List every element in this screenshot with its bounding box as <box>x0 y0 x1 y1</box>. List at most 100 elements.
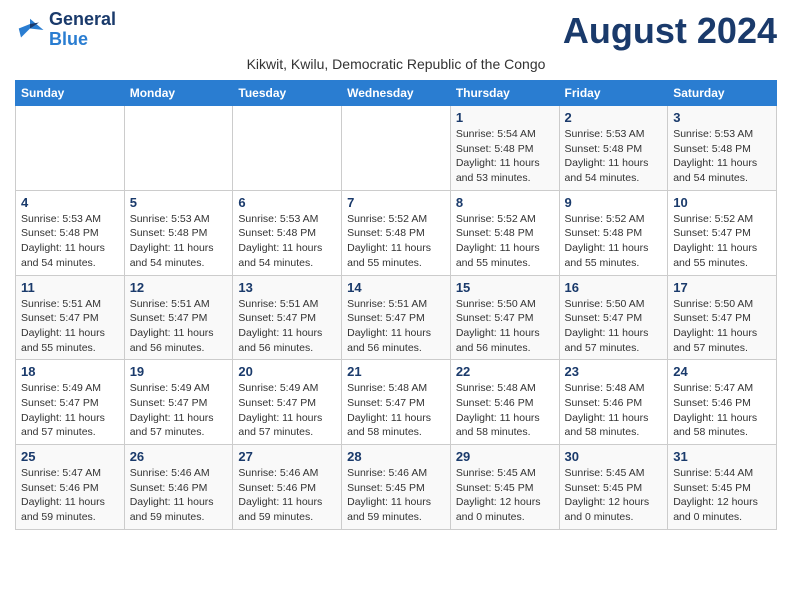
title-block: August 2024 <box>563 10 777 52</box>
calendar-cell-w1d2: 6 Sunrise: 5:53 AMSunset: 5:48 PMDaylight… <box>233 190 342 275</box>
day-number: 7 <box>347 195 445 210</box>
calendar-cell-w2d6: 17Sunrise: 5:50 AMSunset: 5:47 PMDayligh… <box>668 275 777 360</box>
day-number: 21 <box>347 364 445 379</box>
calendar-week-3: 18 Sunrise: 5:49 AMSunset: 5:47 PMDayligh… <box>16 360 777 445</box>
calendar-cell-w4d1: 26 Sunrise: 5:46 AMSunset: 5:46 PMDayligh… <box>124 445 233 530</box>
day-number: 28 <box>347 449 445 464</box>
header-wednesday: Wednesday <box>342 81 451 106</box>
calendar-week-0: 1 Sunrise: 5:54 AMSunset: 5:48 PMDaylight… <box>16 106 777 191</box>
day-info: Sunrise: 5:51 AMSunset: 5:47 PMDaylight:… <box>238 297 336 356</box>
calendar-cell-w3d6: 24Sunrise: 5:47 AMSunset: 5:46 PMDayligh… <box>668 360 777 445</box>
day-number: 8 <box>456 195 554 210</box>
day-info: Sunrise: 5:49 AMSunset: 5:47 PMDaylight:… <box>130 381 228 440</box>
calendar-cell-w0d1 <box>124 106 233 191</box>
day-info: Sunrise: 5:49 AMSunset: 5:47 PMDaylight:… <box>21 381 119 440</box>
calendar-cell-w4d0: 25 Sunrise: 5:47 AMSunset: 5:46 PMDayligh… <box>16 445 125 530</box>
calendar-cell-w0d0 <box>16 106 125 191</box>
calendar-cell-w1d1: 5 Sunrise: 5:53 AMSunset: 5:48 PMDaylight… <box>124 190 233 275</box>
calendar-cell-w1d4: 8Sunrise: 5:52 AMSunset: 5:48 PMDaylight… <box>450 190 559 275</box>
day-number: 13 <box>238 280 336 295</box>
day-number: 1 <box>456 110 554 125</box>
day-info: Sunrise: 5:53 AMSunset: 5:48 PMDaylight:… <box>673 127 771 186</box>
day-number: 30 <box>565 449 663 464</box>
calendar-cell-w2d3: 14Sunrise: 5:51 AMSunset: 5:47 PMDayligh… <box>342 275 451 360</box>
calendar-cell-w3d4: 22 Sunrise: 5:48 AMSunset: 5:46 PMDayligh… <box>450 360 559 445</box>
calendar-cell-w2d5: 16 Sunrise: 5:50 AMSunset: 5:47 PMDayligh… <box>559 275 668 360</box>
day-number: 18 <box>21 364 119 379</box>
day-number: 27 <box>238 449 336 464</box>
header-friday: Friday <box>559 81 668 106</box>
day-number: 26 <box>130 449 228 464</box>
day-info: Sunrise: 5:53 AMSunset: 5:48 PMDaylight:… <box>238 212 336 271</box>
calendar-cell-w0d2 <box>233 106 342 191</box>
day-info: Sunrise: 5:48 AMSunset: 5:46 PMDaylight:… <box>565 381 663 440</box>
calendar-cell-w3d5: 23Sunrise: 5:48 AMSunset: 5:46 PMDayligh… <box>559 360 668 445</box>
day-info: Sunrise: 5:46 AMSunset: 5:46 PMDaylight:… <box>130 466 228 525</box>
header-thursday: Thursday <box>450 81 559 106</box>
day-number: 25 <box>21 449 119 464</box>
day-info: Sunrise: 5:54 AMSunset: 5:48 PMDaylight:… <box>456 127 554 186</box>
calendar-table: Sunday Monday Tuesday Wednesday Thursday… <box>15 80 777 530</box>
header-row: Sunday Monday Tuesday Wednesday Thursday… <box>16 81 777 106</box>
logo-line1: General <box>49 10 116 30</box>
day-number: 16 <box>565 280 663 295</box>
day-info: Sunrise: 5:50 AMSunset: 5:47 PMDaylight:… <box>456 297 554 356</box>
day-number: 9 <box>565 195 663 210</box>
calendar-cell-w4d2: 27 Sunrise: 5:46 AMSunset: 5:46 PMDayligh… <box>233 445 342 530</box>
header-tuesday: Tuesday <box>233 81 342 106</box>
calendar-cell-w1d6: 10 Sunrise: 5:52 AMSunset: 5:47 PMDayligh… <box>668 190 777 275</box>
day-info: Sunrise: 5:47 AMSunset: 5:46 PMDaylight:… <box>21 466 119 525</box>
day-number: 12 <box>130 280 228 295</box>
day-info: Sunrise: 5:50 AMSunset: 5:47 PMDaylight:… <box>565 297 663 356</box>
day-number: 6 <box>238 195 336 210</box>
header-sunday: Sunday <box>16 81 125 106</box>
day-info: Sunrise: 5:51 AMSunset: 5:47 PMDaylight:… <box>130 297 228 356</box>
day-info: Sunrise: 5:51 AMSunset: 5:47 PMDaylight:… <box>21 297 119 356</box>
day-info: Sunrise: 5:46 AMSunset: 5:45 PMDaylight:… <box>347 466 445 525</box>
calendar-week-4: 25 Sunrise: 5:47 AMSunset: 5:46 PMDayligh… <box>16 445 777 530</box>
header-monday: Monday <box>124 81 233 106</box>
day-info: Sunrise: 5:48 AMSunset: 5:47 PMDaylight:… <box>347 381 445 440</box>
calendar-cell-w0d6: 3 Sunrise: 5:53 AMSunset: 5:48 PMDaylight… <box>668 106 777 191</box>
calendar-cell-w1d3: 7 Sunrise: 5:52 AMSunset: 5:48 PMDaylight… <box>342 190 451 275</box>
calendar-cell-w3d0: 18 Sunrise: 5:49 AMSunset: 5:47 PMDayligh… <box>16 360 125 445</box>
day-info: Sunrise: 5:46 AMSunset: 5:46 PMDaylight:… <box>238 466 336 525</box>
day-info: Sunrise: 5:53 AMSunset: 5:48 PMDaylight:… <box>130 212 228 271</box>
day-info: Sunrise: 5:51 AMSunset: 5:47 PMDaylight:… <box>347 297 445 356</box>
subtitle: Kikwit, Kwilu, Democratic Republic of th… <box>15 56 777 72</box>
main-title: August 2024 <box>563 10 777 52</box>
day-info: Sunrise: 5:45 AMSunset: 5:45 PMDaylight:… <box>456 466 554 525</box>
logo-line2: Blue <box>49 30 116 50</box>
day-info: Sunrise: 5:48 AMSunset: 5:46 PMDaylight:… <box>456 381 554 440</box>
logo: General Blue <box>15 10 116 50</box>
day-number: 11 <box>21 280 119 295</box>
calendar-cell-w2d1: 12 Sunrise: 5:51 AMSunset: 5:47 PMDayligh… <box>124 275 233 360</box>
day-number: 2 <box>565 110 663 125</box>
day-number: 19 <box>130 364 228 379</box>
day-number: 10 <box>673 195 771 210</box>
calendar-cell-w3d1: 19 Sunrise: 5:49 AMSunset: 5:47 PMDayligh… <box>124 360 233 445</box>
day-info: Sunrise: 5:52 AMSunset: 5:48 PMDaylight:… <box>347 212 445 271</box>
day-info: Sunrise: 5:53 AMSunset: 5:48 PMDaylight:… <box>21 212 119 271</box>
calendar-cell-w4d5: 30 Sunrise: 5:45 AMSunset: 5:45 PMDayligh… <box>559 445 668 530</box>
calendar-cell-w3d3: 21 Sunrise: 5:48 AMSunset: 5:47 PMDayligh… <box>342 360 451 445</box>
day-number: 31 <box>673 449 771 464</box>
day-info: Sunrise: 5:49 AMSunset: 5:47 PMDaylight:… <box>238 381 336 440</box>
calendar-cell-w4d4: 29 Sunrise: 5:45 AMSunset: 5:45 PMDayligh… <box>450 445 559 530</box>
day-number: 29 <box>456 449 554 464</box>
logo-icon <box>15 15 45 45</box>
day-number: 22 <box>456 364 554 379</box>
calendar-cell-w1d0: 4 Sunrise: 5:53 AMSunset: 5:48 PMDaylight… <box>16 190 125 275</box>
day-number: 3 <box>673 110 771 125</box>
calendar-cell-w4d3: 28 Sunrise: 5:46 AMSunset: 5:45 PMDayligh… <box>342 445 451 530</box>
day-number: 5 <box>130 195 228 210</box>
day-number: 4 <box>21 195 119 210</box>
calendar-cell-w1d5: 9Sunrise: 5:52 AMSunset: 5:48 PMDaylight… <box>559 190 668 275</box>
day-info: Sunrise: 5:52 AMSunset: 5:47 PMDaylight:… <box>673 212 771 271</box>
day-info: Sunrise: 5:45 AMSunset: 5:45 PMDaylight:… <box>565 466 663 525</box>
calendar-week-1: 4 Sunrise: 5:53 AMSunset: 5:48 PMDaylight… <box>16 190 777 275</box>
calendar-cell-w2d0: 11 Sunrise: 5:51 AMSunset: 5:47 PMDayligh… <box>16 275 125 360</box>
day-number: 15 <box>456 280 554 295</box>
calendar-week-2: 11 Sunrise: 5:51 AMSunset: 5:47 PMDayligh… <box>16 275 777 360</box>
calendar-cell-w2d2: 13 Sunrise: 5:51 AMSunset: 5:47 PMDayligh… <box>233 275 342 360</box>
